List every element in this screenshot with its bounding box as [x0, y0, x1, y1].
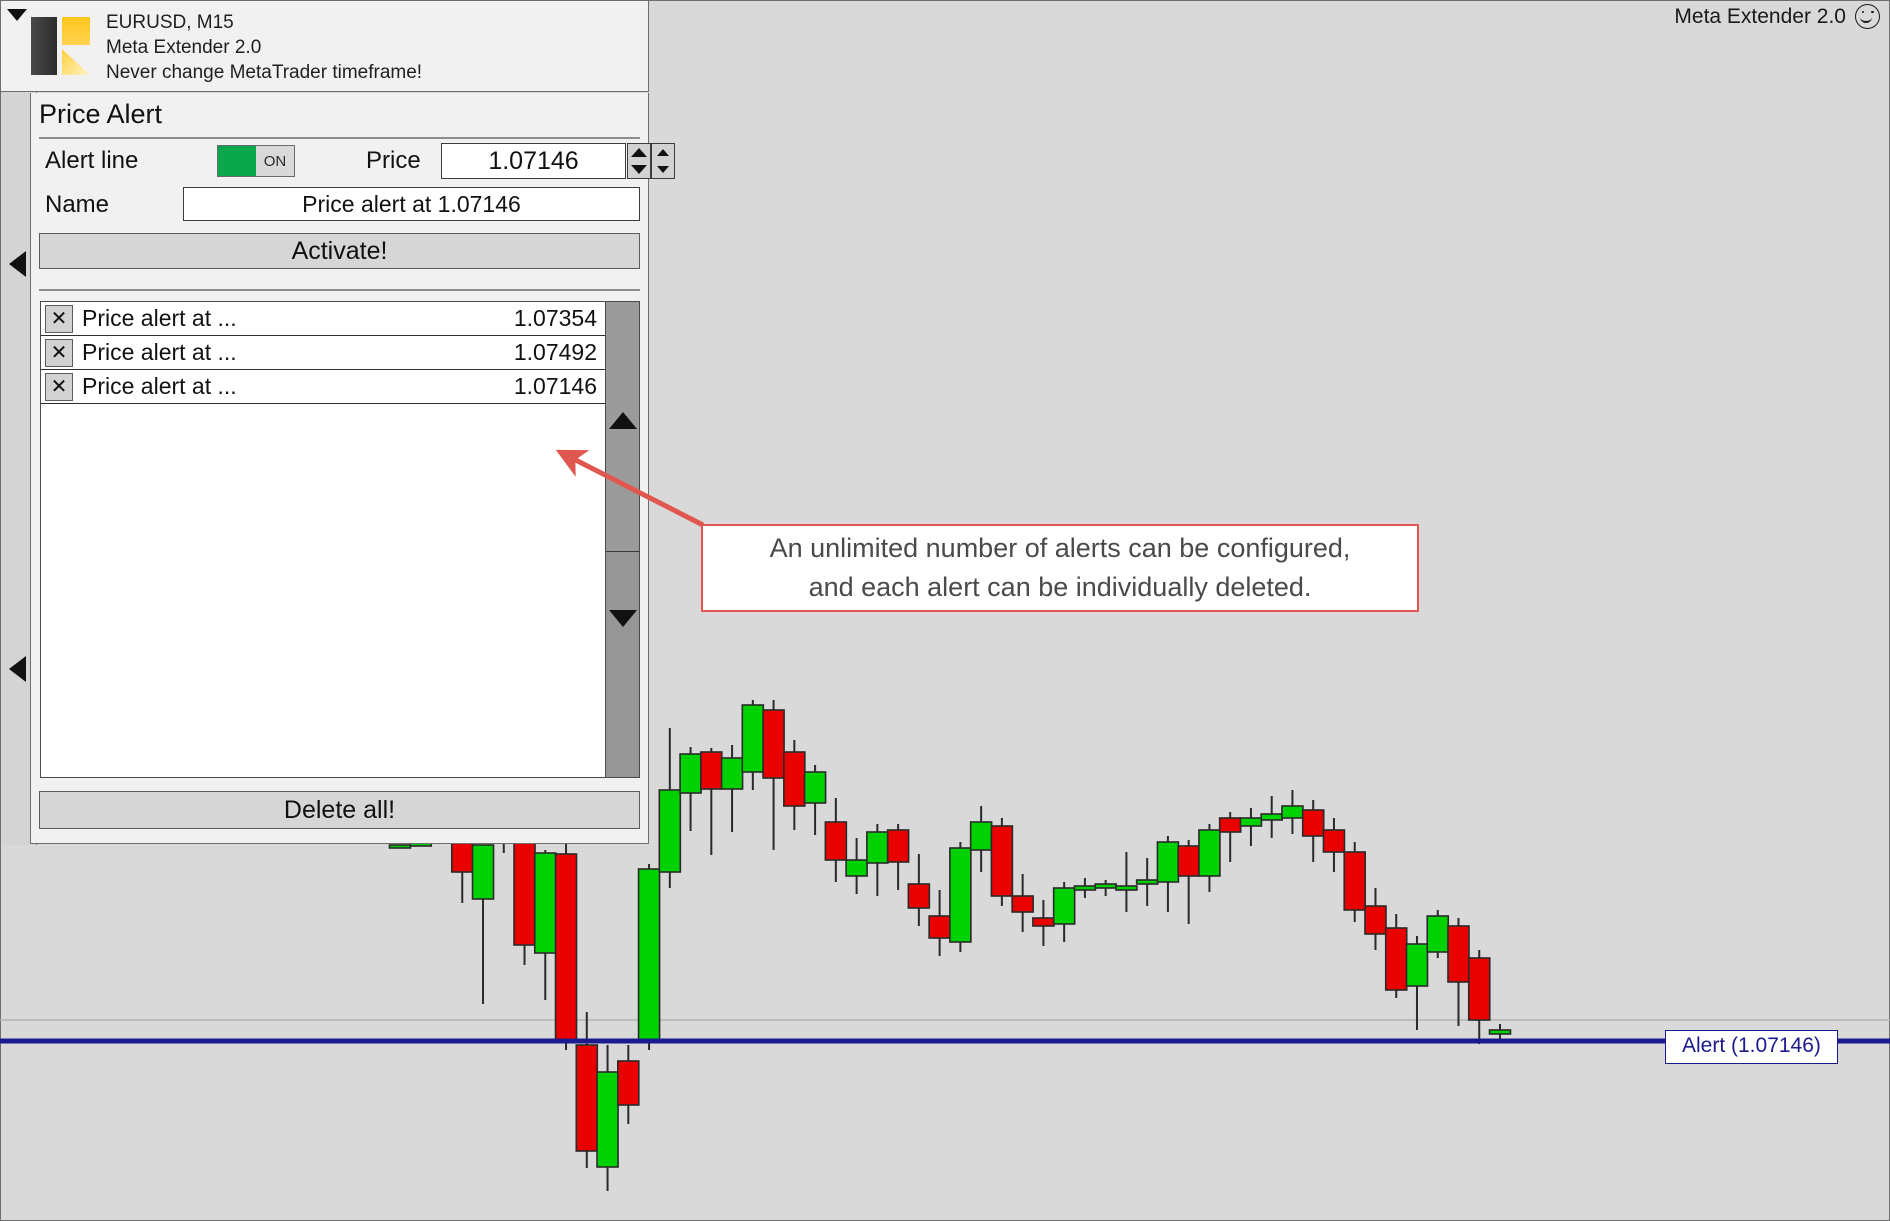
- alert-list: ✕ Price alert at ... 1.07354 ✕ Price alert a…: [40, 301, 640, 778]
- triangle-left-icon-bottom[interactable]: [9, 656, 26, 682]
- alert-line-label: Alert line: [45, 147, 139, 174]
- annotation-callout: An unlimited number of alerts can be con…: [701, 524, 1419, 612]
- price-stepper-large[interactable]: [627, 143, 651, 179]
- close-x-icon[interactable]: ✕: [45, 304, 73, 333]
- delete-all-button[interactable]: Delete all!: [39, 791, 640, 829]
- alert-list-row[interactable]: ✕ Price alert at ... 1.07354: [41, 302, 605, 336]
- alert-list-row[interactable]: ✕ Price alert at ... 1.07492: [41, 336, 605, 370]
- panel-header-text: EURUSD, M15 Meta Extender 2.0 Never chan…: [106, 10, 422, 85]
- triangle-down-icon[interactable]: [608, 610, 637, 627]
- panel-body: Price Alert Alert line ON Price 1.07146 …: [30, 93, 675, 844]
- alert-list-scrollbar[interactable]: [605, 302, 639, 777]
- page-title: Price Alert: [39, 99, 163, 129]
- section-divider: [39, 289, 640, 291]
- activate-button[interactable]: Activate!: [39, 233, 640, 269]
- header-line-product: Meta Extender 2.0: [106, 37, 262, 58]
- alert-name-input[interactable]: Price alert at 1.07146: [183, 187, 640, 221]
- price-stepper-small[interactable]: [651, 143, 675, 179]
- triangle-left-icon-top[interactable]: [9, 251, 26, 277]
- name-label: Name: [45, 191, 110, 218]
- callout-line-2: and each alert can be individually delet…: [808, 572, 1312, 602]
- smiley-face-icon: [1855, 4, 1880, 29]
- close-x-icon[interactable]: ✕: [45, 338, 73, 367]
- price-step-down-large[interactable]: [628, 161, 650, 178]
- price-input[interactable]: 1.07146: [441, 143, 626, 179]
- price-step-up-small[interactable]: [652, 144, 674, 161]
- header-line-symbol: EURUSD, M15: [106, 12, 234, 33]
- alert-line-toggle[interactable]: ON: [217, 145, 295, 177]
- brand-label: Meta Extender 2.0: [1674, 4, 1846, 28]
- price-label: Price: [366, 147, 421, 174]
- alert-list-row[interactable]: ✕ Price alert at ... 1.07146: [41, 370, 605, 404]
- alert-row-price: 1.07146: [513, 373, 597, 399]
- price-step-down-small[interactable]: [652, 161, 674, 178]
- brand-badge: Meta Extender 2.0: [1674, 4, 1880, 29]
- alert-row-name: Price alert at ...: [82, 373, 237, 399]
- title-divider: [39, 137, 640, 139]
- callout-line-1: An unlimited number of alerts can be con…: [769, 533, 1351, 563]
- alert-line-color-swatch[interactable]: [218, 146, 256, 176]
- meta-extender-logo: [31, 17, 90, 75]
- triangle-up-icon[interactable]: [608, 412, 637, 429]
- alert-line-toggle-state[interactable]: ON: [256, 146, 294, 176]
- panel-header: EURUSD, M15 Meta Extender 2.0 Never chan…: [0, 0, 649, 92]
- alert-price-label[interactable]: Alert (1.07146): [1665, 1030, 1838, 1064]
- header-line-warning: Never change MetaTrader timeframe!: [106, 62, 423, 83]
- chevron-down-icon[interactable]: [7, 9, 27, 21]
- close-x-icon[interactable]: ✕: [45, 372, 73, 401]
- alert-row-price: 1.07354: [513, 305, 597, 331]
- alert-list-rows: ✕ Price alert at ... 1.07354 ✕ Price alert a…: [41, 302, 605, 777]
- alert-row-price: 1.07492: [513, 339, 597, 365]
- alert-row-name: Price alert at ...: [82, 305, 237, 331]
- alert-row-name: Price alert at ...: [82, 339, 237, 365]
- price-step-up-large[interactable]: [628, 144, 650, 161]
